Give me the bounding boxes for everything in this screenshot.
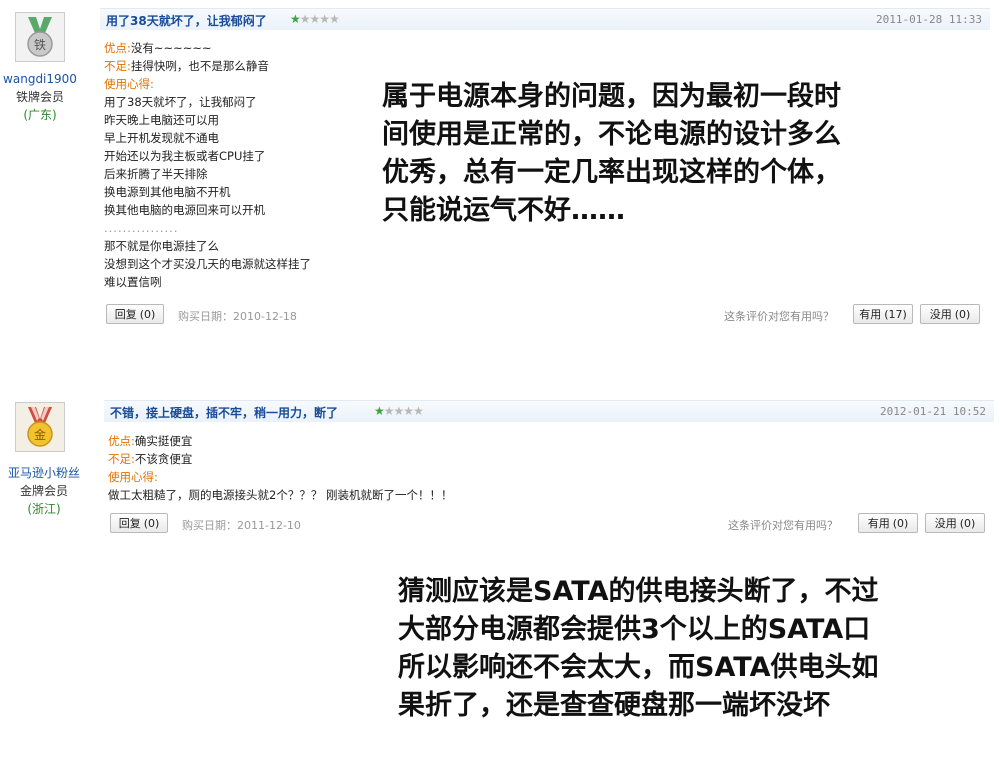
review-title[interactable]: 不错，接上硬盘，插不牢，稍一用力，断了 [110,404,338,421]
annotation-line: 猜测应该是SATA的供电接头断了，不过 [398,576,879,607]
star-rating: ★★★★★ [290,12,340,26]
medal-char: 金 [34,427,46,442]
star-icon: ★ [413,404,424,418]
useless-label: 没用 [934,517,957,530]
experience-line: 后来折腾了半天排除 [104,167,208,181]
cons-text: 挂得快咧，也不是那么静音 [130,59,269,73]
useful-label: 有用 [859,308,882,321]
experience-line: 做工太粗糙了，厕的电源接头就2个？？？ 刚装机就断了一个！！！ [108,488,453,502]
cons-label: 不足: [108,452,135,466]
annotation-line: 所以影响还不会太大，而SATA供电头如 [398,652,879,683]
experience-line: ................ [104,221,179,235]
useful-label: 有用 [867,517,890,530]
user-region: (广东) [23,108,57,122]
star-icon: ★ [403,404,414,418]
pros-line: 优点:没有~~~~~~ [104,39,212,57]
star-icon: ★ [319,12,330,26]
medal-char: 铁 [34,38,46,52]
star-icon: ★ [383,404,395,418]
experience-line: 难以置信咧 [104,275,162,289]
user-region: (浙江) [27,502,61,516]
useless-label: 没用 [929,308,952,321]
experience-line: 开始还以为我主板或者CPU挂了 [104,149,266,163]
review-title[interactable]: 用了38天就坏了，让我郁闷了 [106,12,267,29]
review-time: 2012-01-21 10:52 [880,405,986,418]
star-rating: ★★★★★ [374,404,424,418]
useless-count: (0) [959,517,976,530]
pros-line: 优点:确实挺便宜 [108,432,192,450]
review-header: 不错，接上硬盘，插不牢，稍一用力，断了 ★★★★★ 2012-01-21 10:… [104,400,994,422]
experience-label: 使用心得: [104,77,154,91]
experience-line: 那不就是你电源挂了么 [104,239,219,253]
annotation-line: 间使用是正常的，不论电源的设计多么 [382,119,841,150]
reply-label: 回复 [118,517,141,530]
reply-count: (0) [143,517,160,530]
user-info: wangdi1900 铁牌会员 (广东) [2,70,78,124]
pros-text: 确实挺便宜 [134,434,193,448]
purchase-date: 购买日期：2010-12-18 [178,310,297,323]
user-avatar[interactable]: 铁 [15,12,65,62]
annotation-line: 大部分电源都会提供3个以上的SATA口 [398,614,871,645]
reply-label: 回复 [114,308,137,321]
experience-line: 没想到这个才买没几天的电源就这样挂了 [104,257,311,271]
experience-line: 用了38天就坏了，让我郁闷了 [104,95,257,109]
user-avatar[interactable]: 金 [15,402,65,452]
cons-label: 不足: [104,59,131,73]
annotation-2: 猜测应该是SATA的供电接头断了，不过 大部分电源都会提供3个以上的SATA口 … [398,573,878,725]
annotation-line: 果折了，还是查查硬盘那一端坏没坏 [398,690,830,721]
iron-medal-icon: 铁 [27,17,53,57]
review-time: 2011-01-28 11:33 [876,13,982,26]
useful-count: (0) [892,517,909,530]
user-name[interactable]: 亚马逊小粉丝 [0,464,88,482]
useless-button[interactable]: 没用 (0) [920,304,980,324]
reply-count: (0) [139,308,156,321]
user-level: 金牌会员 [19,484,68,498]
experience-line: 早上开机发现就不通电 [104,131,219,145]
user-info: 亚马逊小粉丝 金牌会员 (浙江) [0,464,88,518]
useless-count: (0) [954,308,971,321]
useful-button[interactable]: 有用 (0) [858,513,918,533]
star-icon: ★ [329,12,340,26]
purchase-date: 购买日期：2011-12-10 [182,519,301,532]
cons-line: 不足:挂得快咧，也不是那么静音 [104,57,269,75]
cons-line: 不足:不该贪便宜 [108,450,192,468]
useful-button[interactable]: 有用 (17) [853,304,913,324]
reply-button[interactable]: 回复 (0) [106,304,164,324]
annotation-line: 只能说运气不好…… [382,195,625,226]
experience-line: 换其他电脑的电源回来可以开机 [104,203,265,217]
reply-button[interactable]: 回复 (0) [110,513,168,533]
experience-line: 换电源到其他电脑不开机 [104,185,231,199]
star-icon: ★ [290,12,301,26]
annotation-line: 属于电源本身的问题，因为最初一段时 [382,81,841,112]
pros-label: 优点: [108,434,135,448]
star-icon: ★ [299,12,311,26]
star-icon: ★ [393,404,405,418]
review-header: 用了38天就坏了，让我郁闷了 ★★★★★ 2011-01-28 11:33 [100,8,990,30]
pros-text: 没有~~~~~~ [130,41,212,55]
useful-count: (17) [884,308,907,321]
user-name[interactable]: wangdi1900 [2,70,78,88]
annotation-line: 优秀，总有一定几率出现这样的个体， [382,157,841,188]
cons-text: 不该贪便宜 [134,452,193,466]
experience-label: 使用心得: [108,470,158,484]
annotation-1: 属于电源本身的问题，因为最初一段时 间使用是正常的，不论电源的设计多么 优秀，总… [382,78,841,230]
user-level: 铁牌会员 [15,90,64,104]
useless-button[interactable]: 没用 (0) [925,513,985,533]
gold-medal-icon: 金 [27,407,53,447]
star-icon: ★ [374,404,385,418]
pros-label: 优点: [104,41,131,55]
star-icon: ★ [309,12,321,26]
helpful-question: 这条评价对您有用吗？ [728,519,838,532]
experience-line: 昨天晚上电脑还可以用 [104,113,219,127]
helpful-question: 这条评价对您有用吗？ [724,310,834,323]
